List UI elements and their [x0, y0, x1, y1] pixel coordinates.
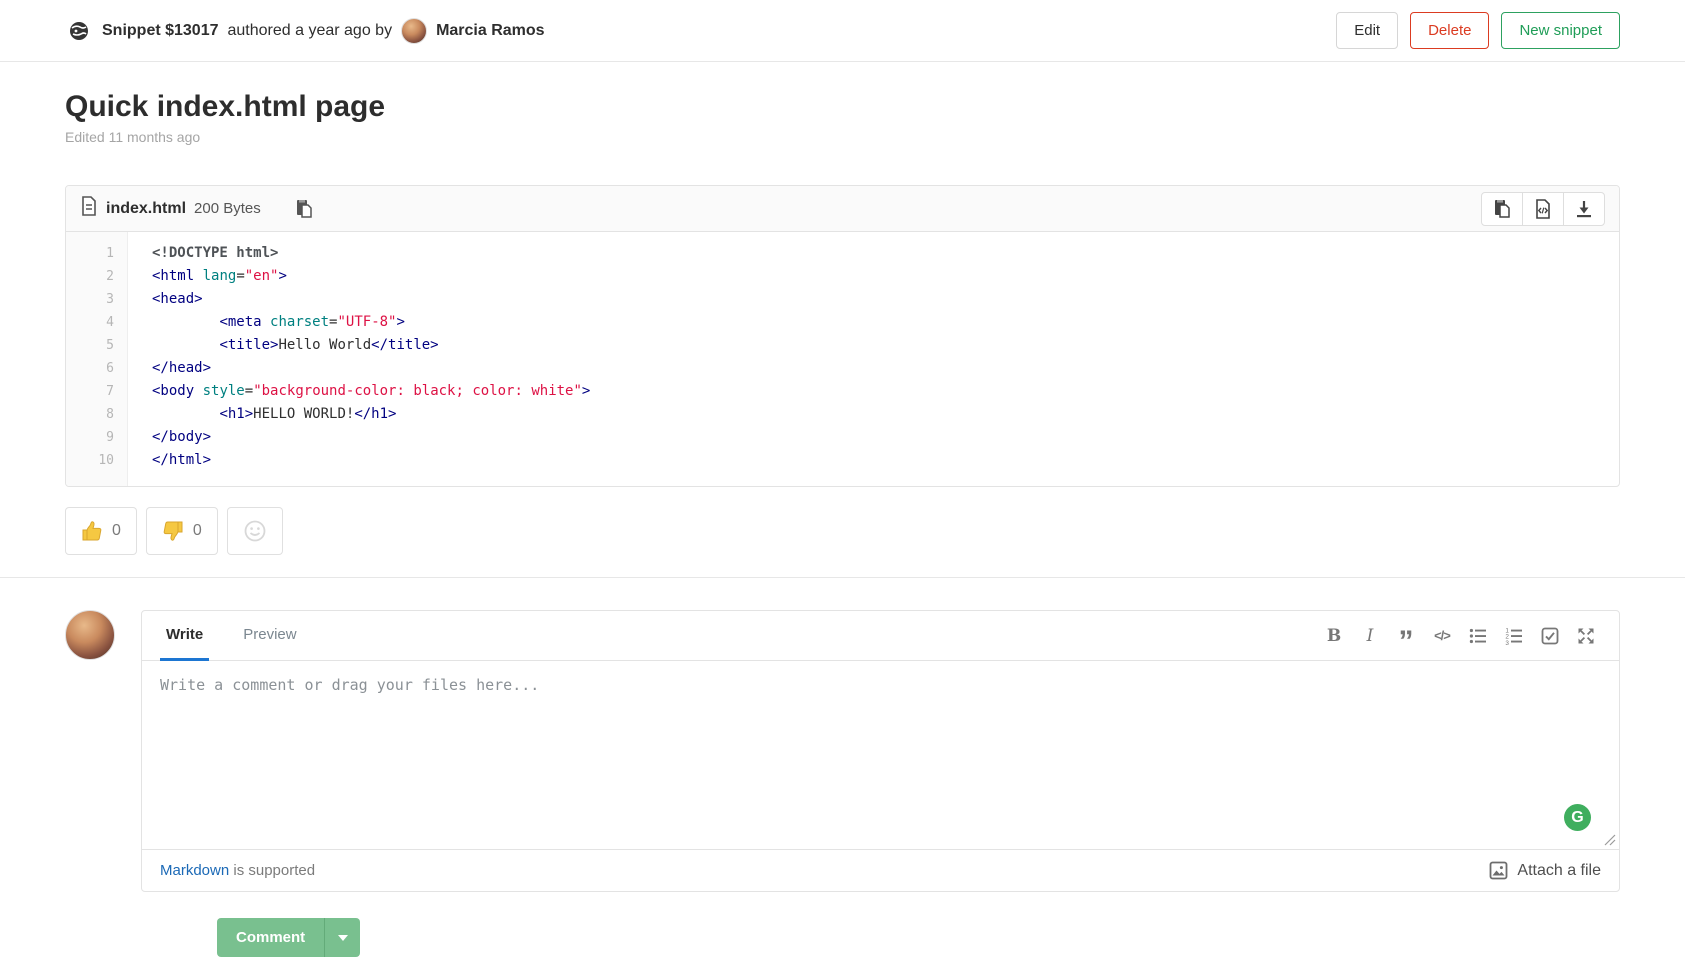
code-line: <meta charset="UTF-8">: [128, 311, 1619, 334]
file-size: 200 Bytes: [194, 200, 261, 217]
award-emoji-block: 0 0: [65, 507, 1620, 577]
markdown-link[interactable]: Markdown: [160, 862, 229, 879]
comment-footer: Markdown is supported Attach a file: [142, 849, 1619, 891]
edit-button[interactable]: Edit: [1336, 12, 1398, 49]
attach-file-button[interactable]: Attach a file: [1489, 861, 1601, 880]
thumbs-up-count: 0: [112, 522, 121, 540]
file-action-buttons: [1481, 192, 1605, 226]
line-number-link[interactable]: 2: [66, 265, 127, 288]
markdown-note: Markdown is supported: [160, 862, 315, 879]
add-emoji-button[interactable]: [227, 507, 283, 555]
thumbs-down-icon: [162, 520, 184, 542]
attach-file-label: Attach a file: [1517, 862, 1601, 880]
snippet-header-bar: Snippet $13017 authored a year ago by Ma…: [0, 0, 1685, 62]
resize-handle[interactable]: [1603, 833, 1616, 846]
fullscreen-icon: [1576, 626, 1596, 646]
line-number-link[interactable]: 7: [66, 380, 127, 403]
comment-split-button: Comment: [217, 918, 360, 957]
thumbs-down-count: 0: [193, 522, 202, 540]
download-button[interactable]: [1563, 192, 1605, 226]
edited-timestamp: Edited 11 months ago: [65, 129, 1620, 145]
copy-path-button[interactable]: [291, 197, 317, 221]
grammarly-icon[interactable]: G: [1564, 804, 1591, 831]
italic-button[interactable]: I: [1355, 621, 1385, 651]
numbered-list-icon: 1 2 3: [1504, 626, 1524, 646]
comment-submit-button[interactable]: Comment: [217, 918, 324, 957]
authored-text: authored a year ago by: [228, 22, 393, 40]
code-line: <!DOCTYPE html>: [128, 242, 1619, 265]
current-user-avatar: [65, 610, 115, 660]
code-icon: </>: [1434, 628, 1450, 643]
line-number-link[interactable]: 5: [66, 334, 127, 357]
snippet-meta: Snippet $13017 authored a year ago by Ma…: [65, 18, 545, 44]
globe-icon: [65, 19, 93, 43]
author-avatar[interactable]: [401, 18, 427, 44]
numbered-list-button[interactable]: 1 2 3: [1499, 621, 1529, 651]
code-lines: <!DOCTYPE html><html lang="en"><head> <m…: [128, 232, 1619, 486]
line-number-link[interactable]: 8: [66, 403, 127, 426]
svg-text:3: 3: [1505, 639, 1509, 645]
code-line: <body style="background-color: black; co…: [128, 380, 1619, 403]
page-title: Quick index.html page: [65, 90, 1620, 124]
code-line: </head>: [128, 357, 1619, 380]
task-list-icon: [1540, 626, 1560, 646]
author-name[interactable]: Marcia Ramos: [436, 22, 545, 40]
comment-type-dropdown-button[interactable]: [324, 918, 360, 957]
thumbs-down-button[interactable]: 0: [146, 507, 218, 555]
insert-code-button[interactable]: </>: [1427, 621, 1457, 651]
comment-editor: G: [142, 661, 1619, 849]
copy-icon: [295, 199, 313, 219]
line-number-link[interactable]: 4: [66, 311, 127, 334]
delete-button[interactable]: Delete: [1410, 12, 1489, 49]
new-snippet-button[interactable]: New snippet: [1501, 12, 1620, 49]
bullet-list-icon: [1468, 626, 1488, 646]
file-icon: [80, 196, 98, 221]
line-number-link[interactable]: 3: [66, 288, 127, 311]
download-icon: [1575, 200, 1593, 218]
copy-file-contents-button[interactable]: [1481, 192, 1523, 226]
line-number-link[interactable]: 9: [66, 426, 127, 449]
bullet-list-button[interactable]: [1463, 621, 1493, 651]
fullscreen-button[interactable]: [1571, 621, 1601, 651]
tab-preview[interactable]: Preview: [237, 611, 302, 661]
code-viewer: 12345678910 <!DOCTYPE html><html lang="e…: [66, 232, 1619, 486]
file-name: index.html: [106, 200, 186, 218]
thumbs-up-icon: [81, 520, 103, 542]
code-line: <head>: [128, 288, 1619, 311]
quote-icon: ”: [1399, 625, 1414, 647]
code-line: </body>: [128, 426, 1619, 449]
file-header: index.html 200 Bytes: [66, 186, 1619, 232]
italic-icon: I: [1367, 626, 1374, 646]
editor-tabs-row: Write Preview B I ” </>: [142, 611, 1619, 661]
line-number-link[interactable]: 6: [66, 357, 127, 380]
thumbs-up-button[interactable]: 0: [65, 507, 137, 555]
snippet-actions: Edit Delete New snippet: [1336, 12, 1620, 49]
markdown-toolbar: B I ” </> 1 2: [1319, 621, 1601, 651]
section-divider: [0, 577, 1685, 578]
comment-form: Write Preview B I ” </>: [65, 610, 1620, 957]
copy-contents-icon: [1493, 199, 1511, 219]
open-raw-button[interactable]: [1522, 192, 1564, 226]
tab-write[interactable]: Write: [160, 611, 209, 661]
bold-button[interactable]: B: [1319, 621, 1349, 651]
line-number-gutter: 12345678910: [66, 232, 128, 486]
comment-input[interactable]: [142, 661, 1619, 849]
comment-editor-card: Write Preview B I ” </>: [141, 610, 1620, 892]
quote-button[interactable]: ”: [1391, 621, 1421, 651]
snippet-id-label: Snippet $13017: [102, 22, 219, 40]
line-number-link[interactable]: 10: [66, 449, 127, 472]
chevron-down-icon: [338, 935, 348, 941]
smiley-icon: [243, 519, 267, 543]
raw-file-icon: [1534, 199, 1552, 219]
line-number-link[interactable]: 1: [66, 242, 127, 265]
bold-icon: B: [1327, 626, 1341, 646]
code-line: <html lang="en">: [128, 265, 1619, 288]
task-list-button[interactable]: [1535, 621, 1565, 651]
code-line: <title>Hello World</title>: [128, 334, 1619, 357]
code-line: <h1>HELLO WORLD!</h1>: [128, 403, 1619, 426]
file-card: index.html 200 Bytes: [65, 185, 1620, 487]
code-line: </html>: [128, 449, 1619, 472]
attach-image-icon: [1489, 861, 1508, 880]
